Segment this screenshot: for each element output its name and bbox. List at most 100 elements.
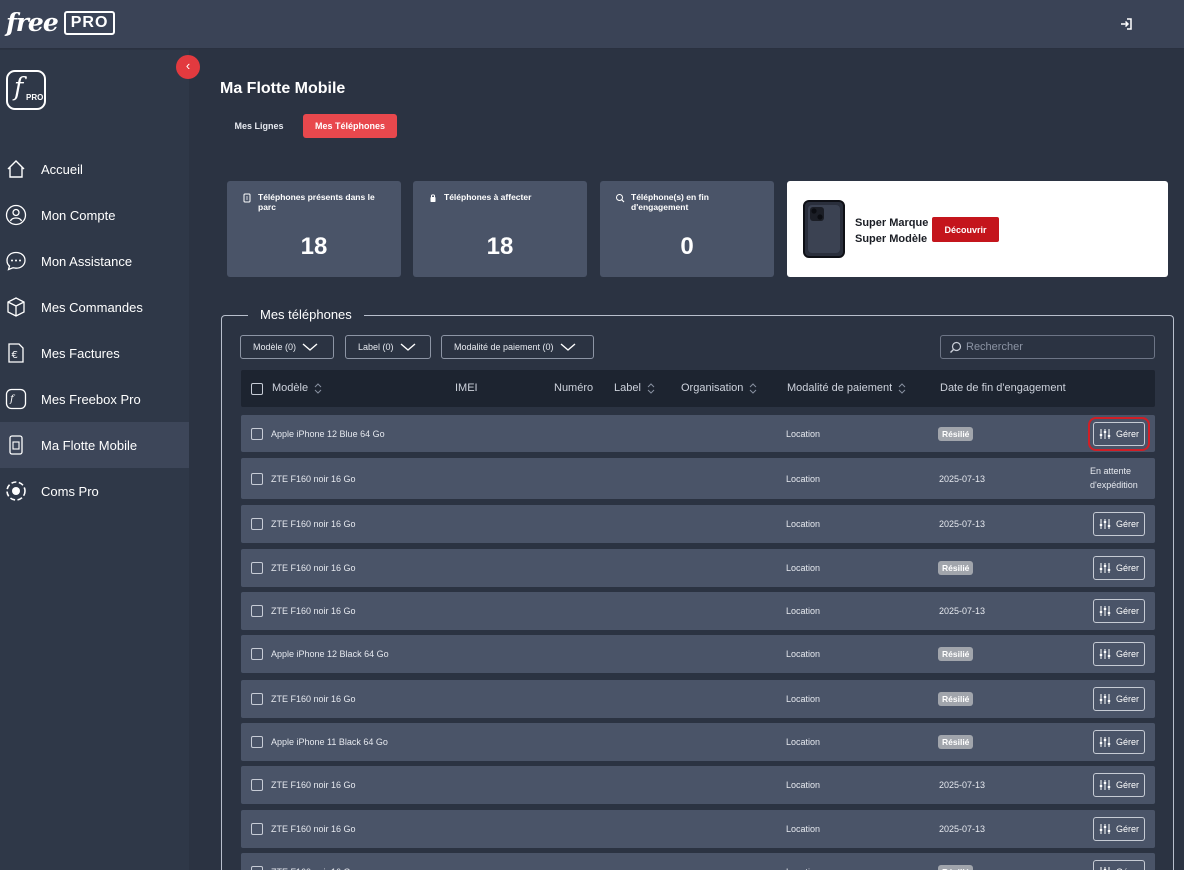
search-placeholder: Rechercher: [966, 341, 1023, 353]
manage-button[interactable]: Gérer: [1093, 773, 1145, 797]
manage-button[interactable]: Gérer: [1093, 817, 1145, 841]
sliders-icon: [1099, 737, 1111, 747]
discover-button[interactable]: Découvrir: [932, 217, 999, 242]
cell-model: ZTE F160 noir 16 Go: [271, 694, 356, 704]
sidebar: f PRO Accueil Mon Compte Mon Assistance …: [0, 50, 189, 870]
manage-button[interactable]: Gérer: [1088, 417, 1150, 451]
phones-panel: Mes téléphones Modèle (0) Label (0) Moda…: [221, 307, 1174, 870]
promo-banner: Super Marque Super Modèle Découvrir: [787, 181, 1168, 277]
column-header-model[interactable]: Modèle: [272, 382, 322, 394]
phone-search-icon: [616, 194, 625, 203]
sidebar-item-label: Mon Assistance: [41, 253, 133, 269]
row-checkbox[interactable]: [251, 473, 263, 485]
table-row[interactable]: ZTE F160 noir 16 Go Location 2025-07-13 Gér…: [241, 505, 1155, 543]
sort-icon: [647, 382, 655, 394]
sidebar-item-coms-pro[interactable]: Coms Pro: [0, 468, 189, 514]
manage-button[interactable]: Gérer: [1093, 556, 1145, 580]
status-badge: Résilié: [938, 647, 974, 661]
table-row[interactable]: ZTE F160 noir 16 GoLocationRésiliéGérer: [241, 549, 1155, 587]
cell-payment: Location: [786, 519, 821, 529]
chevron-down-icon: [302, 343, 318, 351]
cell-model: ZTE F160 noir 16 Go: [271, 519, 356, 529]
filter-payment[interactable]: Modalité de paiement (0): [441, 335, 594, 359]
table-header: Modèle IMEI Numéro Label Organisation Mo…: [241, 370, 1155, 407]
collapse-sidebar-button[interactable]: ‹: [176, 55, 200, 79]
row-checkbox[interactable]: [251, 428, 263, 440]
search-input[interactable]: Rechercher: [940, 335, 1155, 359]
stat-value: 0: [680, 233, 694, 260]
table-row[interactable]: ZTE F160 noir 16 Go Location 2025-07-13 Gér…: [241, 592, 1155, 630]
cell-payment: Location: [786, 606, 821, 616]
row-checkbox[interactable]: [251, 693, 263, 705]
sliders-icon: [1100, 867, 1110, 870]
row-checkbox[interactable]: [251, 605, 263, 617]
sort-icon: [898, 382, 906, 394]
sidebar-item-mon-assistance[interactable]: Mon Assistance: [0, 238, 189, 284]
table-row[interactable]: Apple iPhone 12 Black 64 Go Location Résil…: [241, 635, 1155, 673]
table-row[interactable]: ZTE F160 noir 16 GoLocationRésiliéGérer: [241, 853, 1155, 870]
row-checkbox[interactable]: [251, 823, 263, 835]
manage-button[interactable]: Gérer: [1093, 860, 1145, 870]
sidebar-item-accueil[interactable]: Accueil: [0, 146, 189, 192]
cell-payment: Location: [786, 474, 821, 484]
table-row[interactable]: Apple iPhone 12 Blue 64 Go Location Résili…: [241, 415, 1155, 452]
sidebar-item-mes-freebox-pro[interactable]: f Mes Freebox Pro: [0, 376, 189, 422]
column-header-payment[interactable]: Modalité de paiement: [787, 382, 906, 394]
free-pro-logo[interactable]: free PRO: [6, 8, 116, 37]
manage-button[interactable]: Gérer: [1093, 642, 1145, 666]
manage-label: Gérer: [1115, 694, 1139, 704]
table-row[interactable]: ZTE F160 noir 16 GoLocationRésiliéGérer: [241, 680, 1155, 718]
stat-card-end-of-commitment: Téléphone(s) en fin d'engagement 0: [600, 181, 774, 277]
sliders-icon: [1099, 780, 1111, 790]
stat-label: Téléphones à affecter: [444, 192, 532, 202]
table-row[interactable]: ZTE F160 noir 16 Go Location 2025-07-13 Gér…: [241, 766, 1155, 804]
cell-model: Apple iPhone 11 Black 64 Go: [271, 737, 388, 747]
stat-value: 18: [300, 233, 328, 260]
column-header-organisation[interactable]: Organisation: [681, 382, 757, 394]
table-row[interactable]: Apple iPhone 11 Black 64 Go Location Résil…: [241, 723, 1155, 761]
row-checkbox[interactable]: [251, 648, 263, 660]
sidebar-item-label: Accueil: [41, 161, 83, 177]
chevron-down-icon: [560, 343, 576, 351]
freebox-icon: f: [5, 388, 27, 410]
logo-badge: PRO: [63, 10, 116, 35]
sidebar-item-mes-commandes[interactable]: Mes Commandes: [0, 284, 189, 330]
tab-mes-telephones[interactable]: Mes Téléphones: [303, 114, 397, 138]
sidebar-item-ma-flotte-mobile[interactable]: Ma Flotte Mobile: [0, 422, 189, 468]
column-header-label[interactable]: Label: [614, 382, 655, 394]
table-row[interactable]: ZTE F160 noir 16 Go Location 2025-07-13 Gér…: [241, 810, 1155, 848]
manage-label: Gérer: [1115, 563, 1139, 573]
phone-lock-icon: [430, 194, 436, 202]
tab-mes-lignes[interactable]: Mes Lignes: [227, 114, 291, 138]
row-checkbox[interactable]: [251, 562, 263, 574]
sidebar-item-label: Mon Compte: [41, 207, 116, 223]
sidebar-item-mon-compte[interactable]: Mon Compte: [0, 192, 189, 238]
sidebar-item-mes-factures[interactable]: € Mes Factures: [0, 330, 189, 376]
row-checkbox[interactable]: [251, 736, 263, 748]
table-row[interactable]: ZTE F160 noir 16 Go Location 2025-07-13 En …: [241, 458, 1155, 499]
filter-label[interactable]: Label (0): [345, 335, 431, 359]
filter-model[interactable]: Modèle (0): [240, 335, 334, 359]
manage-button[interactable]: Gérer: [1093, 687, 1145, 711]
row-checkbox[interactable]: [251, 518, 263, 530]
cell-model: ZTE F160 noir 16 Go: [271, 474, 356, 484]
manage-label: Gérer: [1115, 649, 1139, 659]
main-content: Ma Flotte Mobile Mes Lignes Mes Téléphon…: [189, 50, 1184, 870]
cell-model: Apple iPhone 12 Blue 64 Go: [271, 429, 385, 439]
manage-button[interactable]: Gérer: [1093, 599, 1145, 623]
manage-label: Gérer: [1115, 737, 1139, 747]
cell-payment: Location: [786, 737, 821, 747]
cell-model: Apple iPhone 12 Black 64 Go: [271, 649, 389, 659]
manage-label: Gérer: [1115, 606, 1139, 616]
select-all-checkbox[interactable]: [251, 383, 263, 395]
stat-card-phones-in-fleet: Téléphones présents dans le parc 18: [227, 181, 401, 277]
manage-button[interactable]: Gérer: [1093, 730, 1145, 754]
stat-label: Téléphones présents dans le parc: [258, 192, 375, 212]
row-checkbox[interactable]: [251, 866, 263, 870]
page-title: Ma Flotte Mobile: [220, 80, 346, 97]
cell-model: ZTE F160 noir 16 Go: [271, 780, 356, 790]
user-icon: [5, 204, 27, 226]
row-checkbox[interactable]: [251, 779, 263, 791]
logout-icon[interactable]: [1118, 16, 1134, 32]
manage-button[interactable]: Gérer: [1093, 512, 1145, 536]
